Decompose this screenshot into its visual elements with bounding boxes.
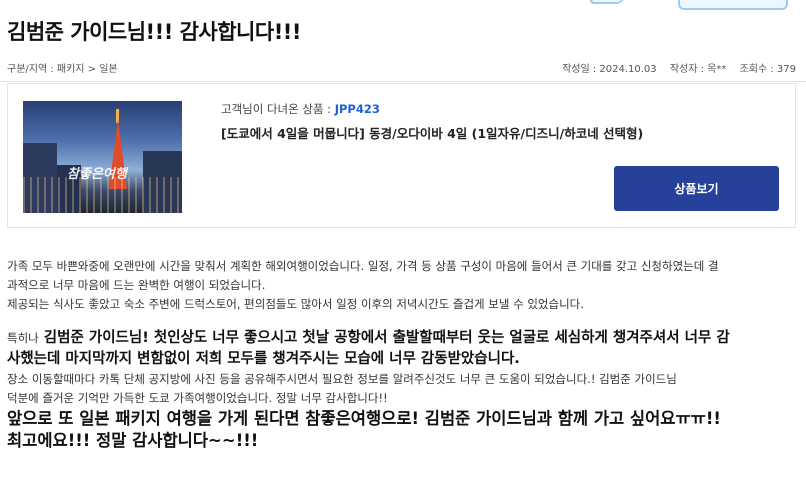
post-views: 조회수 : 379 <box>739 64 796 75</box>
view-product-button[interactable]: 상품보기 <box>614 166 779 211</box>
review-closing: 앞으로 또 일본 패키지 여행을 가게 된다면 참좋은여행으로! 김범준 가이드… <box>7 409 721 450</box>
divider <box>0 81 806 82</box>
review-paragraph: 가족 모두 바쁜와중에 오랜만에 시간을 맞춰서 계획한 해외여행이었습니다. … <box>7 259 719 311</box>
review-paragraph: 장소 이동할때마다 카톡 단체 공지방에 사진 등을 공유해주시면서 필요한 정… <box>7 372 677 405</box>
post-stats: 작성일 : 2024.10.03 작성자 : 옥** 조회수 : 379 <box>552 60 796 75</box>
post-title: 김범준 가이드님!!! 감사합니다!!! <box>7 20 301 44</box>
review-highlight: 특히나 김범준 가이드님! 첫인상도 너무 좋으시고 첫날 공항에서 출발할때부… <box>7 330 730 367</box>
product-code: JPP423 <box>334 102 380 116</box>
product-thumbnail[interactable]: 참좋은여행 <box>23 101 182 213</box>
product-name[interactable]: [도쿄에서 4일을 머뭅니다] 동경/오다이바 4일 (1일자유/디즈니/하코네… <box>221 123 643 142</box>
decorative-banner-shape <box>678 0 788 10</box>
product-label: 고객님이 다녀온 상품 : JPP423 <box>221 101 380 117</box>
decorative-banner-shape <box>588 0 626 4</box>
breadcrumb: 구분/지역 : 패키지 > 일본 <box>7 64 118 75</box>
product-label-prefix: 고객님이 다녀온 상품 : <box>221 102 332 116</box>
product-card: 참좋은여행 고객님이 다녀온 상품 : JPP423 [도쿄에서 4일을 머뭅니… <box>7 83 796 228</box>
post-date: 작성일 : 2024.10.03 <box>562 64 657 75</box>
image-watermark: 참좋은여행 <box>67 167 127 182</box>
post-author: 작성자 : 옥** <box>669 64 727 75</box>
review-content: 가족 모두 바쁜와중에 오랜만에 시간을 맞춰서 계획한 해외여행이었습니다. … <box>7 257 797 452</box>
